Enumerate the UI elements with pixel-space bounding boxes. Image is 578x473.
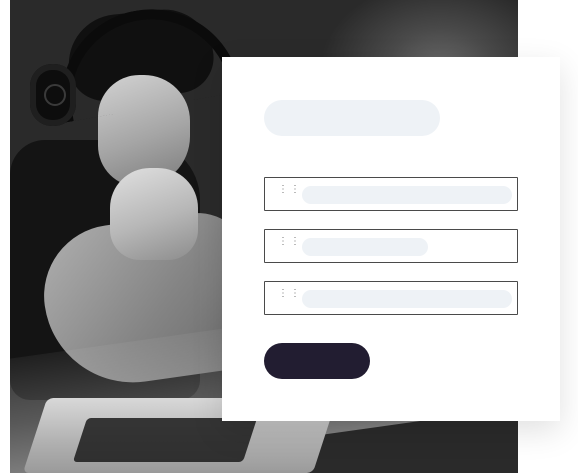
input-field-3-value [302, 290, 303, 291]
input-field-1[interactable]: ⋮⋮ [264, 177, 518, 211]
form-title-text [264, 100, 265, 101]
person-hands [110, 168, 198, 260]
input-placeholder-bar-3 [302, 290, 512, 308]
input-field-2[interactable]: ⋮⋮ [264, 229, 518, 263]
input-placeholder-bar-1 [302, 186, 512, 204]
input-field-1-value [302, 186, 303, 187]
input-field-3[interactable]: ⋮⋮ [264, 281, 518, 315]
headphones-band [46, 0, 242, 123]
submit-button-label [317, 361, 318, 362]
drag-handle-icon[interactable]: ⋮⋮ [278, 289, 300, 307]
input-field-2-value [302, 238, 303, 239]
drag-handle-icon[interactable]: ⋮⋮ [278, 237, 300, 255]
form-title-placeholder [264, 100, 440, 136]
laptop-keyboard [72, 418, 258, 462]
form-card: ⋮⋮ ⋮⋮ ⋮⋮ [222, 57, 560, 421]
submit-button[interactable] [264, 343, 370, 379]
drag-handle-icon[interactable]: ⋮⋮ [278, 185, 300, 203]
headphones-icon [30, 64, 76, 126]
input-placeholder-bar-2 [302, 238, 428, 256]
hero-illustration: ⋮⋮ ⋮⋮ ⋮⋮ [0, 0, 578, 473]
